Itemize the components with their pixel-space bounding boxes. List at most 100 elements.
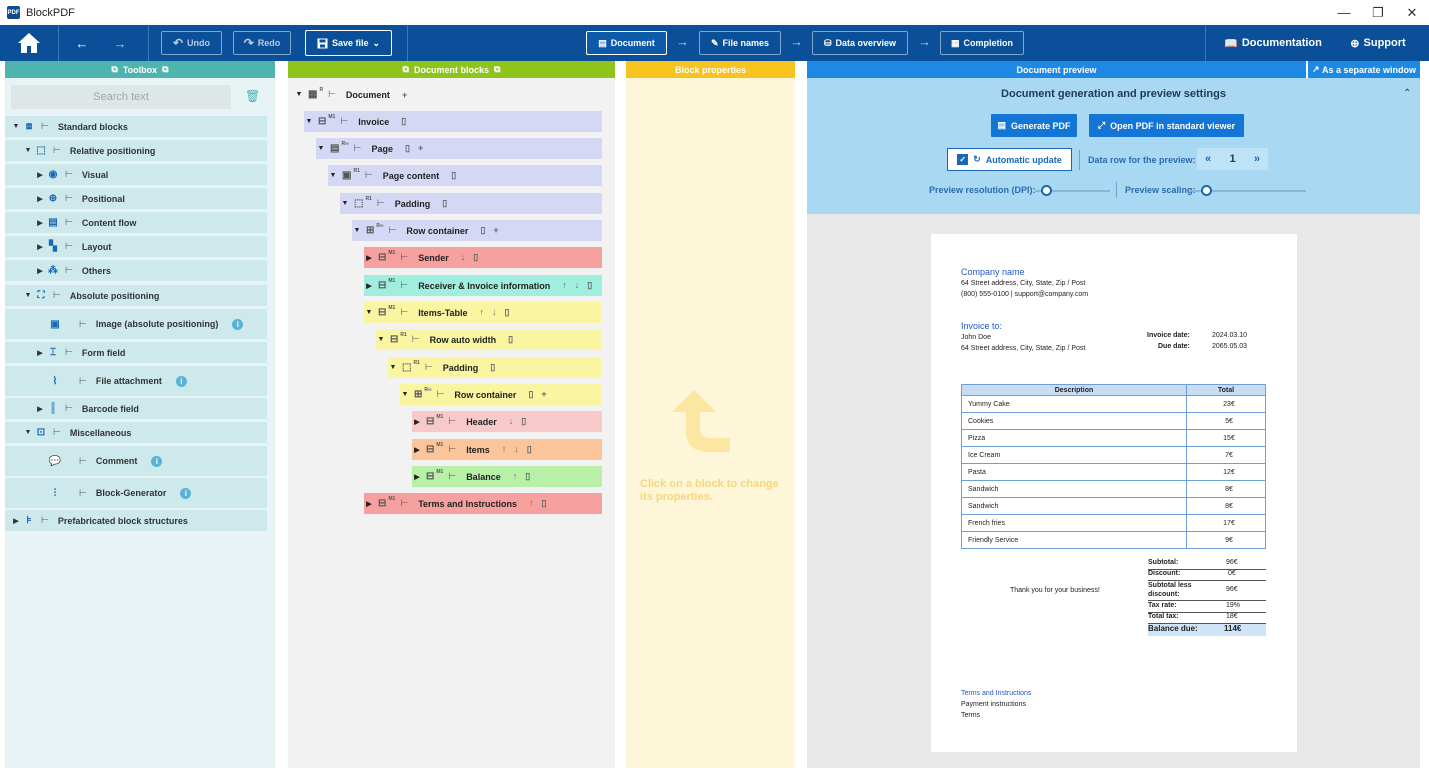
next-icon[interactable]: » <box>1254 153 1260 165</box>
documentation-button[interactable]: 📖 Documentation <box>1220 31 1326 55</box>
info-icon[interactable]: i <box>175 375 187 387</box>
info-icon[interactable]: i <box>232 318 244 330</box>
block-balance[interactable]: ▶ ⊟ M1 ⊢ Balance ↑▯ <box>412 466 602 487</box>
minimize-button[interactable]: — <box>1327 0 1361 25</box>
block-invoice[interactable]: ▼ ⊟ M1 ⊢ Invoice ▯ <box>304 111 602 132</box>
maximize-button[interactable]: ❐ <box>1361 0 1395 25</box>
tree-item-comment[interactable]: 💬 ⊢ Comment i <box>5 446 267 476</box>
trash-add-icons[interactable]: ▯+ <box>405 143 431 154</box>
item-description: Sandwich <box>961 497 1187 515</box>
terms-line-2: Terms <box>961 712 981 719</box>
block-row-container-inner[interactable]: ▼ ⊞ R∞ ⊢ Row container ▯+ <box>400 384 602 405</box>
tree-item-visual[interactable]: ▶ ◉ ⊢ Visual <box>5 164 267 185</box>
col-total: Total <box>1186 384 1266 396</box>
book-icon: 📖 <box>1224 37 1238 50</box>
move-icons[interactable]: ↑↓▯ <box>502 444 540 455</box>
save-file-button[interactable]: Save file ⌄ <box>305 30 392 56</box>
trash-icon[interactable]: 🗑 <box>245 89 260 103</box>
open-external-icon: ⤢ <box>1097 120 1106 130</box>
search-input[interactable]: Search text <box>11 85 231 109</box>
comment-icon: ⊟ <box>378 252 387 263</box>
automatic-update-toggle[interactable]: ✓ ↻ Automatic update <box>947 148 1072 171</box>
move-down-trash-icons[interactable]: ↓▯ <box>509 416 534 427</box>
info-icon[interactable]: i <box>180 487 192 499</box>
tree-item-positional[interactable]: ▶ ⊕ ⊢ Positional <box>5 188 267 209</box>
database-icon: ⛁ <box>823 37 832 48</box>
tree-item-absolute-positioning[interactable]: ▼ ⛶ ⊢ Absolute positioning <box>5 285 267 306</box>
collapse-chevron-icon[interactable]: ⌃ <box>1403 88 1411 99</box>
block-page-content[interactable]: ▼ ▣ R1 ⊢ Page content ▯ <box>328 165 602 186</box>
puzzle-icon: ⧉ <box>157 64 169 74</box>
comment-icon: 💬 <box>48 455 62 467</box>
move-icons[interactable]: ↑↓▯ <box>480 307 518 318</box>
back-arrow-icon[interactable]: ← <box>72 34 92 52</box>
support-button[interactable]: ⊕ Support <box>1343 31 1413 55</box>
step-data-overview[interactable]: ⛁ Data overview <box>812 31 908 55</box>
block-row-auto-width[interactable]: ▼ ⊟ R1 ⊢ Row auto width ▯ <box>376 329 602 350</box>
open-pdf-button[interactable]: ⤢ Open PDF in standard viewer <box>1089 114 1244 137</box>
forward-arrow-icon[interactable]: → <box>110 34 130 52</box>
tree-item-barcode-field[interactable]: ▶ ║ ⊢ Barcode field <box>5 398 267 419</box>
block-padding-inner[interactable]: ▼ ⬚ R1 ⊢ Padding ▯ <box>388 357 602 378</box>
discount-row: Discount: 0€ <box>1148 570 1266 581</box>
trash-icon[interactable]: ▯ <box>490 362 503 373</box>
separate-window-button[interactable]: ↗ As a separate window <box>1307 61 1420 78</box>
step-document[interactable]: ▤ Document <box>586 31 667 55</box>
tree-item-layout[interactable]: ▶ ▚ ⊢ Layout <box>5 236 267 257</box>
block-header[interactable]: ▶ ⊟ M1 ⊢ Header ↓▯ <box>412 411 602 432</box>
undo-button[interactable]: ↶ Undo <box>161 31 222 55</box>
block-sender[interactable]: ▶ ⊟ M1 ⊢ Sender ↓▯ <box>364 247 602 268</box>
trash-icon[interactable]: ▯ <box>508 334 521 345</box>
col-description: Description <box>961 384 1187 396</box>
step-file-names[interactable]: ✎ File names <box>699 31 781 55</box>
tree-item-form-field[interactable]: ▶ ⌶ ⊢ Form field <box>5 342 267 363</box>
trash-icon[interactable]: ▯ <box>442 198 455 209</box>
tree-item-file-attachment[interactable]: ⌇ ⊢ File attachment i <box>5 366 267 396</box>
scaling-slider-knob[interactable] <box>1201 185 1212 196</box>
data-row-stepper[interactable]: « 1 » <box>1197 148 1268 170</box>
step-completion[interactable]: ▦ Completion <box>940 31 1024 55</box>
trash-add-icons[interactable]: ▯+ <box>528 389 554 400</box>
info-icon[interactable]: i <box>151 455 163 467</box>
resolution-slider-knob[interactable] <box>1041 185 1052 196</box>
close-button[interactable]: ✕ <box>1395 0 1429 25</box>
home-button[interactable] <box>14 30 44 56</box>
block-document[interactable]: ▼ ▦ R ⊢ Document + <box>294 84 434 105</box>
subtotal-row: Subtotal: 96€ <box>1148 559 1266 570</box>
trash-add-icons[interactable]: ▯+ <box>480 225 506 236</box>
move-up-trash-icons[interactable]: ↑▯ <box>529 498 554 509</box>
tree-item-others[interactable]: ▶ ⁂ ⊢ Others <box>5 260 267 281</box>
move-icons[interactable]: ↑↓▯ <box>562 280 600 291</box>
generate-pdf-button[interactable]: ▤ Generate PDF <box>991 114 1077 137</box>
trash-icon[interactable]: ▯ <box>401 116 414 127</box>
block-page[interactable]: ▼ ▤ R∞ ⊢ Page ▯+ <box>316 138 602 159</box>
redo-button[interactable]: ↷ Redo <box>233 31 291 55</box>
previous-icon[interactable]: « <box>1205 153 1211 165</box>
add-icon[interactable]: + <box>402 90 415 100</box>
tree-item-image-absolute[interactable]: ▣ ⊢ Image (absolute positioning) i <box>5 309 267 339</box>
tree-item-prefabricated[interactable]: ▶ ⊧ ⊢ Prefabricated block structures <box>5 510 267 531</box>
block-row-container[interactable]: ▼ ⊞ R∞ ⊢ Row container ▯+ <box>352 220 602 241</box>
page-icon: ▤ <box>330 143 340 154</box>
undo-icon: ↶ <box>172 36 184 50</box>
preview-settings: Document generation and preview settings… <box>807 78 1420 214</box>
tree-item-relative-positioning[interactable]: ▼ ⬚ ⊢ Relative positioning <box>5 140 267 161</box>
company-name: Company name <box>961 267 1025 277</box>
tree-item-standard-blocks[interactable]: ▼ ⧈ ⊢ Standard blocks <box>5 116 267 137</box>
shapes-icon: ⁂ <box>48 265 58 276</box>
trash-icon[interactable]: ▯ <box>451 170 464 181</box>
tree-item-block-generator[interactable]: ⫶ ⊢ Block-Generator i <box>5 478 267 508</box>
subtotal-less-row: Subtotal less discount: 96€ <box>1148 581 1266 601</box>
due-date-label: Due date: <box>1158 343 1190 350</box>
curved-arrow-icon <box>672 390 730 452</box>
block-terms[interactable]: ▶ ⊟ M1 ⊢ Terms and Instructions ↑▯ <box>364 493 602 514</box>
block-items-table[interactable]: ▼ ⊟ M1 ⊢ Items-Table ↑↓▯ <box>364 302 602 323</box>
block-padding[interactable]: ▼ ⬚ R1 ⊢ Padding ▯ <box>340 193 602 214</box>
block-receiver[interactable]: ▶ ⊟ M1 ⊢ Receiver & Invoice information ↑↓▯ <box>364 275 602 296</box>
item-description: Ice Cream <box>961 446 1187 464</box>
tree-item-miscellaneous[interactable]: ▼ ⊡ ⊢ Miscellaneous <box>5 422 267 443</box>
move-down-trash-icons[interactable]: ↓▯ <box>461 252 486 263</box>
move-up-trash-icons[interactable]: ↑▯ <box>513 471 538 482</box>
block-items[interactable]: ▶ ⊟ M1 ⊢ Items ↑↓▯ <box>412 439 602 460</box>
tree-item-content-flow[interactable]: ▶ ▤ ⊢ Content flow <box>5 212 267 233</box>
